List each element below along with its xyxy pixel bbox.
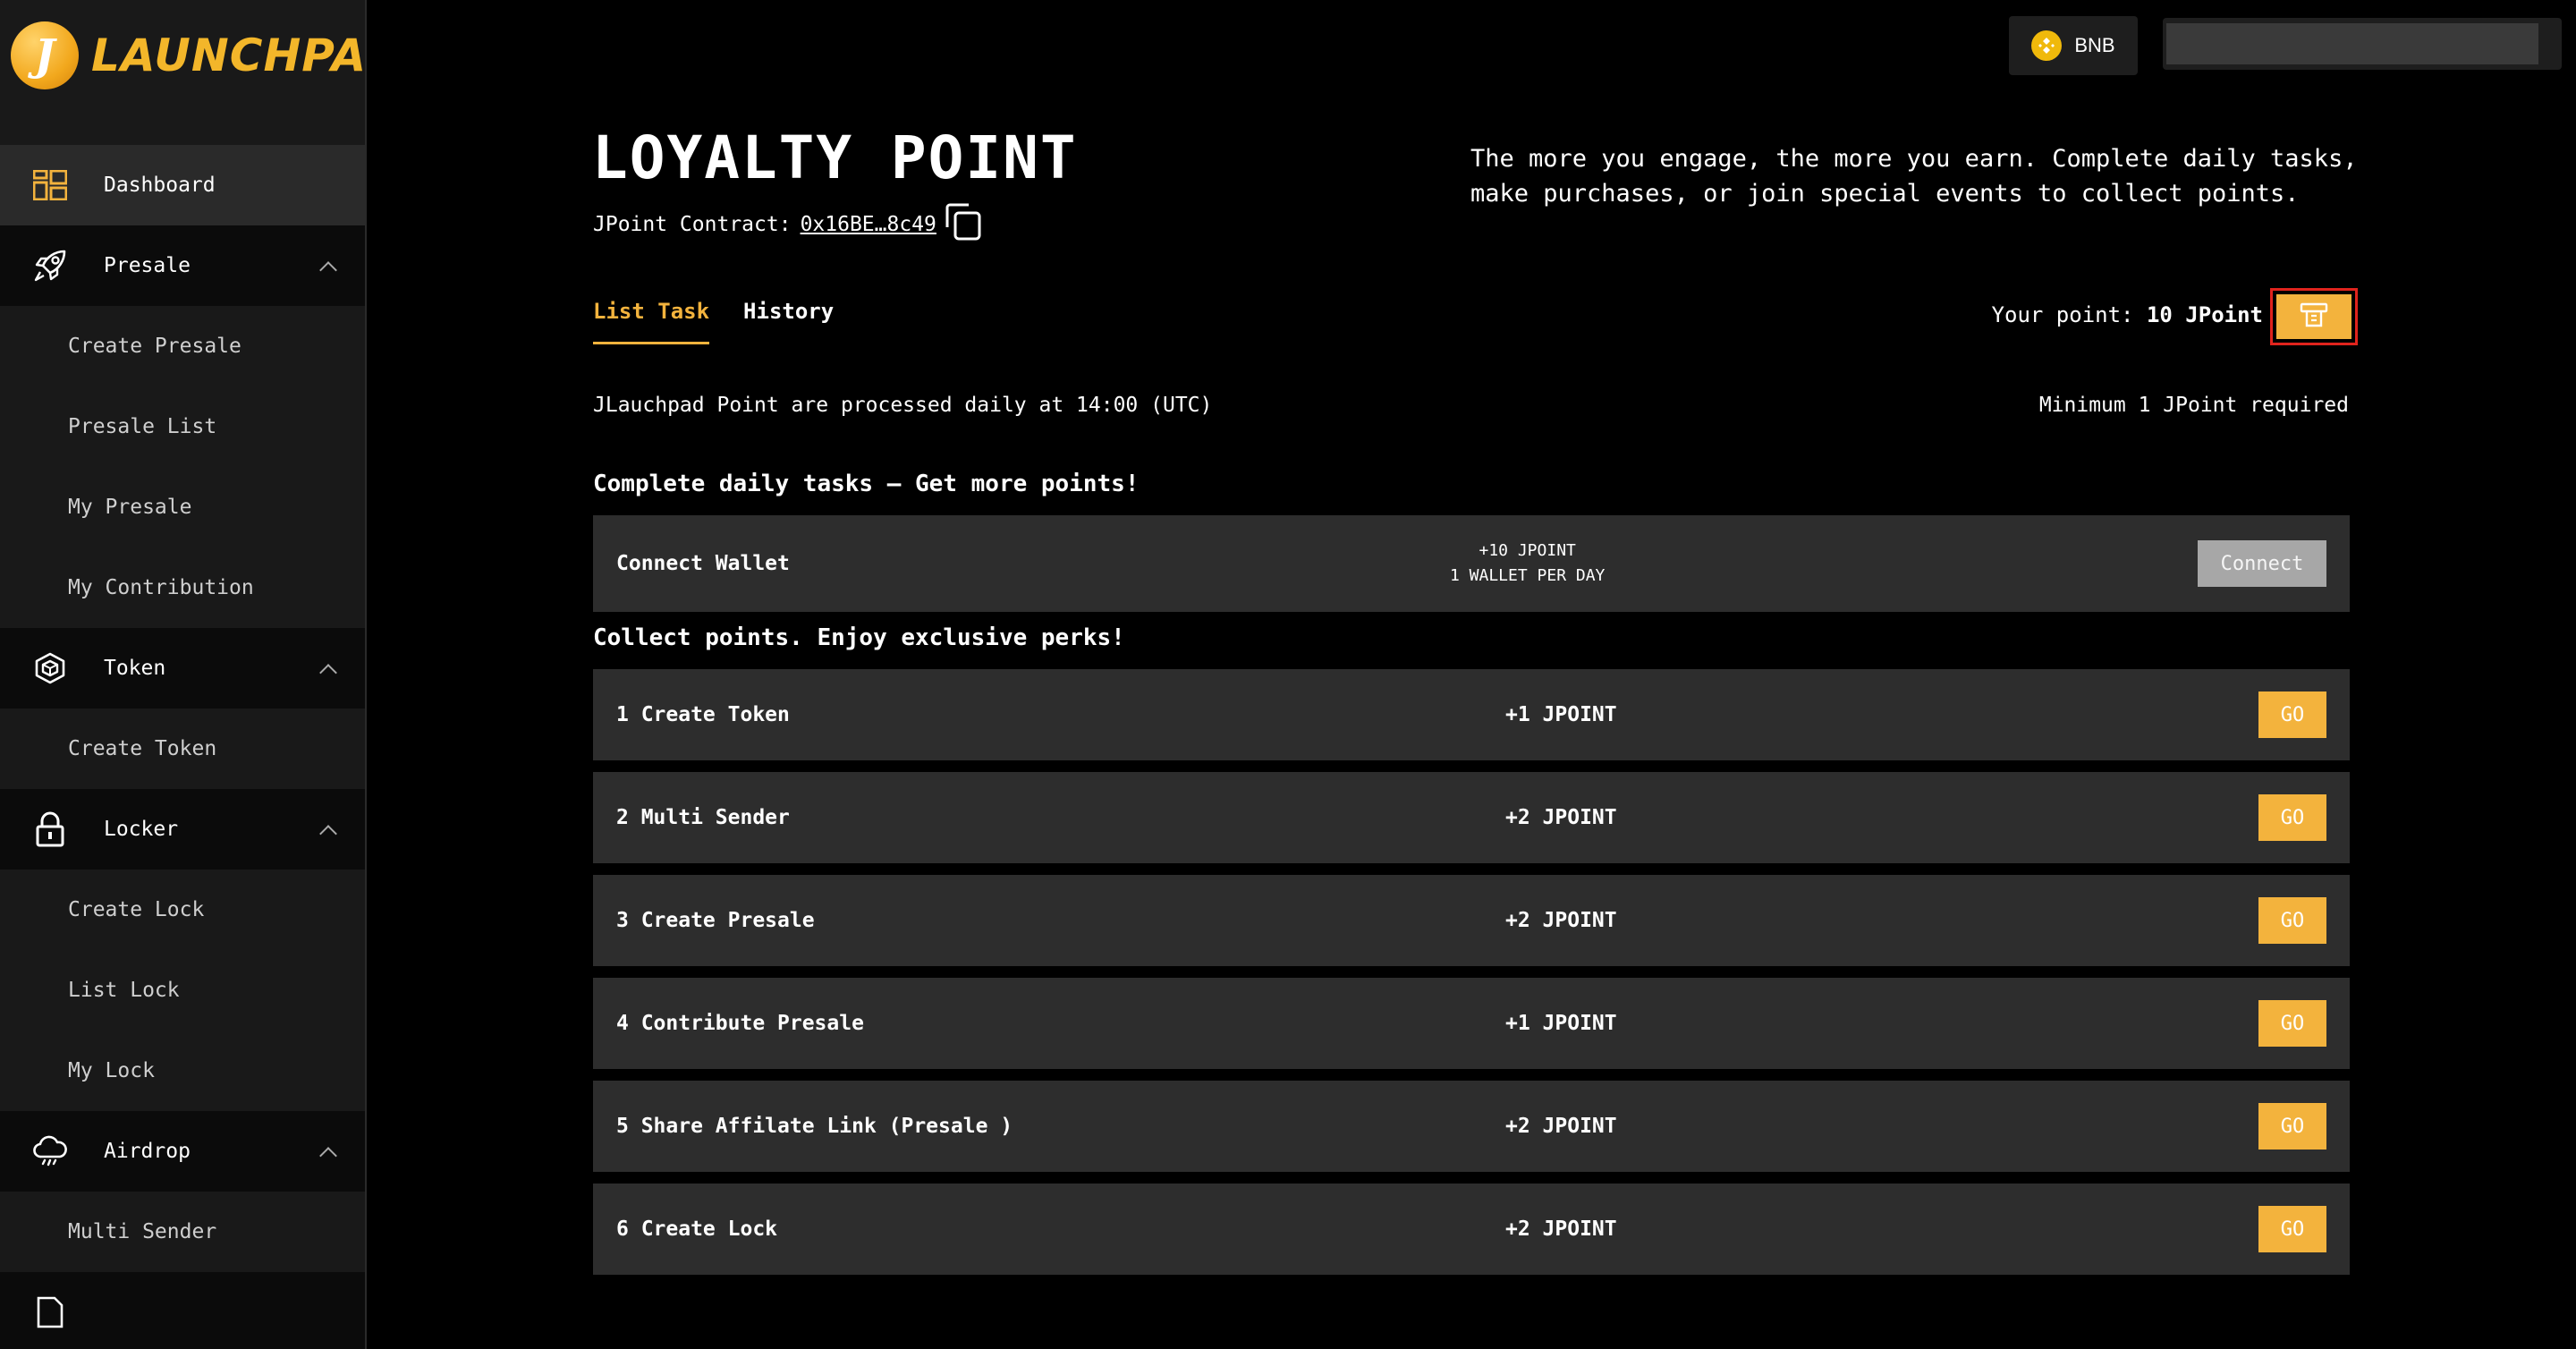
bnb-icon	[2031, 30, 2063, 61]
cube-icon	[32, 650, 68, 686]
your-point-value: 10 JPoint	[2146, 302, 2263, 327]
task-reward: +1 JPOINT	[1505, 703, 1617, 726]
sidebar-item-label: Presale	[104, 254, 191, 277]
task-reward: +10 JPOINT 1 WALLET PER DAY	[1450, 539, 1605, 589]
task-name: Connect Wallet	[616, 552, 790, 575]
lock-icon	[32, 811, 68, 847]
rocket-icon	[32, 248, 68, 284]
contract-label: JPoint Contract:	[593, 213, 792, 236]
task-row: 2 Multi Sender +2 JPOINT GO	[593, 772, 2350, 863]
sidebar-item-more[interactable]	[0, 1272, 365, 1349]
sidebar: J LAUNCHPAD Dashboard	[0, 0, 367, 1349]
chevron-up-icon	[319, 1147, 337, 1165]
minimum-note: Minimum 1 JPoint required	[2038, 394, 2349, 417]
sidebar-item-label: Dashboard	[104, 174, 216, 197]
chevron-up-icon	[319, 261, 337, 279]
sidebar-item-label: Airdrop	[104, 1140, 191, 1163]
perks-title: Collect points. Enjoy exclusive perks!	[593, 624, 1125, 651]
processed-note: JLauchpad Point are processed daily at 1…	[593, 394, 1213, 417]
task-reward: +2 JPOINT	[1505, 1115, 1617, 1138]
sidebar-item-locker[interactable]: Locker	[0, 789, 365, 870]
daily-tasks-title: Complete daily tasks – Get more points!	[593, 471, 1140, 497]
task-row: 4 Contribute Presale +1 JPOINT GO	[593, 978, 2350, 1069]
task-name: 4 Contribute Presale	[616, 1012, 864, 1035]
go-button[interactable]: GO	[2258, 897, 2326, 944]
task-row: 6 Create Lock +2 JPOINT GO	[593, 1184, 2350, 1275]
wallet-address-redacted	[2166, 23, 2538, 64]
go-button[interactable]: GO	[2258, 1103, 2326, 1150]
page-title: LOYALTY POINT	[592, 123, 1078, 192]
sidebar-subitem-my-contribution[interactable]: My Contribution	[0, 547, 365, 628]
logo-badge-icon: J	[11, 21, 79, 89]
connect-wallet-button[interactable]: Connect	[2198, 540, 2326, 587]
brand-name: LAUNCHPAD	[91, 30, 367, 81]
go-button[interactable]: GO	[2258, 1000, 2326, 1047]
task-reward: +2 JPOINT	[1505, 909, 1617, 932]
sidebar-item-label: Token	[104, 657, 166, 680]
sidebar-item-dashboard[interactable]: Dashboard	[0, 145, 365, 225]
copy-icon[interactable]	[936, 202, 983, 247]
task-row: 3 Create Presale +2 JPOINT GO	[593, 875, 2350, 966]
task-reward-limit: 1 WALLET PER DAY	[1450, 566, 1606, 585]
task-reward: +1 JPOINT	[1505, 1012, 1617, 1035]
network-selector[interactable]: BNB	[2009, 16, 2138, 75]
sidebar-item-label: Locker	[104, 818, 179, 841]
task-reward-points: +10 JPOINT	[1479, 541, 1576, 560]
tab-bar: List Task History	[593, 299, 834, 344]
contract-row: JPoint Contract: 0x16BE…8c49	[593, 202, 983, 247]
go-button[interactable]: GO	[2258, 691, 2326, 738]
brand-logo[interactable]: J LAUNCHPAD	[11, 14, 367, 97]
redeem-icon	[2299, 301, 2329, 332]
sidebar-item-airdrop[interactable]: Airdrop	[0, 1111, 365, 1192]
tab-history[interactable]: History	[743, 299, 834, 344]
cloud-icon	[32, 1133, 68, 1169]
your-point-label: Your point:	[1991, 302, 2134, 327]
your-point: Your point: 10 JPoint	[1992, 302, 2263, 327]
tab-list-task[interactable]: List Task	[593, 299, 710, 344]
sidebar-subitem-list-lock[interactable]: List Lock	[0, 950, 365, 1031]
sidebar-subitem-my-presale[interactable]: My Presale	[0, 467, 365, 547]
task-reward: +2 JPOINT	[1505, 1217, 1617, 1241]
task-reward: +2 JPOINT	[1505, 806, 1617, 829]
task-name: 6 Create Lock	[616, 1217, 778, 1241]
network-label: BNB	[2074, 34, 2115, 56]
sidebar-item-presale[interactable]: Presale	[0, 225, 365, 306]
contract-address-link[interactable]: 0x16BE…8c49	[801, 213, 936, 236]
go-button[interactable]: GO	[2258, 1206, 2326, 1252]
sidebar-subitem-multi-sender[interactable]: Multi Sender	[0, 1192, 365, 1272]
sidebar-subitem-presale-list[interactable]: Presale List	[0, 386, 365, 467]
daily-task-row: Connect Wallet +10 JPOINT 1 WALLET PER D…	[593, 515, 2350, 612]
dashboard-icon	[32, 167, 68, 203]
sidebar-subitem-create-presale[interactable]: Create Presale	[0, 306, 365, 386]
intro-text: The more you engage, the more you earn. …	[1470, 145, 2358, 208]
task-row: 5 Share Affilate Link (Presale ) +2 JPOI…	[593, 1081, 2350, 1172]
sidebar-nav: Dashboard Presale Create Presale Presale…	[0, 145, 365, 1349]
sidebar-item-token[interactable]: Token	[0, 628, 365, 708]
sidebar-subitem-my-lock[interactable]: My Lock	[0, 1031, 365, 1111]
go-button[interactable]: GO	[2258, 794, 2326, 841]
redeem-point-button[interactable]	[2270, 288, 2358, 345]
sidebar-subitem-create-token[interactable]: Create Token	[0, 708, 365, 789]
task-name: 5 Share Affilate Link (Presale )	[616, 1115, 1013, 1138]
chevron-up-icon	[319, 664, 337, 682]
task-name: 2 Multi Sender	[616, 806, 790, 829]
chevron-up-icon	[319, 825, 337, 843]
document-icon	[32, 1294, 68, 1330]
wallet-address-button[interactable]	[2163, 18, 2562, 70]
sidebar-subitem-create-lock[interactable]: Create Lock	[0, 870, 365, 950]
task-name: 1 Create Token	[616, 703, 790, 726]
task-row: 1 Create Token +1 JPOINT GO	[593, 669, 2350, 760]
task-name: 3 Create Presale	[616, 909, 815, 932]
